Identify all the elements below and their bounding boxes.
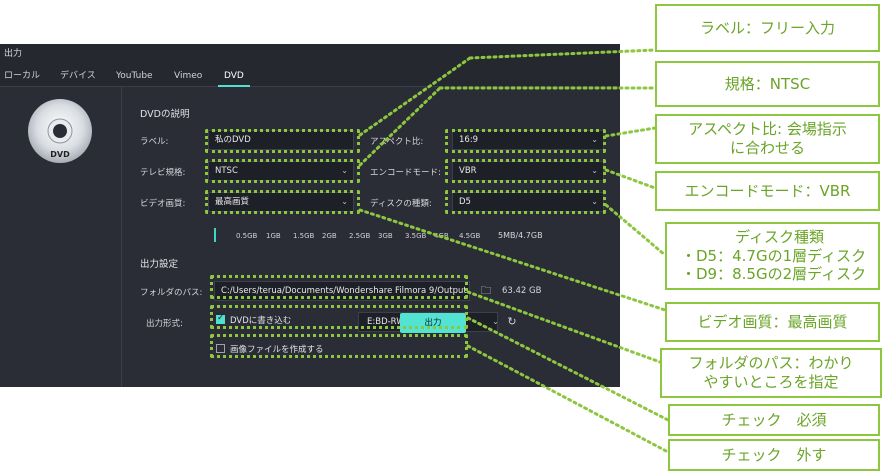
callout-folder-line2: やすいところを指定 [703, 373, 839, 391]
callout-quality: ビデオ画質：最高画質 [665, 302, 880, 342]
callout-folder-line1: フォルダのパス：わかり [688, 354, 854, 373]
callout-encode: エンコードモード：VBR [655, 171, 880, 211]
callout-disc-d5: ・D5：4.7Gの1層ディスク [681, 246, 867, 265]
dialog-title: 出力 [0, 44, 620, 65]
callout-disc-title: ディスク種類 [735, 227, 824, 246]
callout-aspect-line2: に合わせる [729, 139, 805, 157]
output-section-title: 出力設定 [140, 259, 179, 270]
highlight-burn-dvd [210, 305, 468, 329]
highlight-label [205, 129, 360, 153]
tv-standard-label: テレビ規格: [140, 168, 186, 178]
callout-aspect-line1: アスペクト比: 会場指示 [688, 120, 847, 139]
callout-disc-d9: ・D9：8.5Gの2層ディスク [681, 265, 867, 284]
capacity-tick: 2GB [322, 232, 337, 240]
callout-check-required-text: チェック 必須 [721, 410, 827, 429]
capacity-tick: 0.5GB [236, 232, 258, 240]
tab-youtube[interactable]: YouTube [116, 65, 153, 87]
highlight-folder [210, 275, 468, 299]
disc-type-label: ディスクの種類: [370, 199, 432, 209]
aspect-ratio-label: アスペクト比: [370, 137, 424, 147]
capacity-tick: 4.5GB [459, 232, 481, 240]
capacity-size: 5MB/4.7GB [498, 231, 543, 240]
tab-bar: ローカル デバイス YouTube Vimeo DVD [0, 65, 620, 87]
video-quality-label: ビデオ画質: [140, 199, 186, 209]
folder-path-label: フォルダのパス: [140, 288, 203, 298]
highlight-encode [445, 159, 606, 183]
free-space: 63.42 GB [502, 286, 542, 296]
callout-check-off: チェック 外す [668, 439, 880, 471]
capacity-tick: 3GB [378, 232, 393, 240]
folder-icon[interactable]: 🗀 [476, 281, 496, 301]
tab-vimeo[interactable]: Vimeo [174, 65, 202, 87]
callout-disc: ディスク種類 ・D5：4.7Gの1層ディスク ・D9：8.5Gの2層ディスク [665, 222, 880, 290]
refresh-icon[interactable]: ↻ [502, 312, 522, 332]
dvd-disc-icon: DVD [28, 99, 92, 163]
output-format-label: 出力形式: [146, 319, 183, 329]
capacity-tick: 3.5GB [405, 232, 427, 240]
callout-standard: 規格：NTSC [655, 61, 880, 107]
callout-check-off-text: チェック 外す [721, 445, 827, 464]
callout-standard-text: 規格：NTSC [724, 74, 811, 93]
capacity-tick: 2.5GB [349, 232, 371, 240]
callout-quality-text: ビデオ画質：最高画質 [697, 312, 848, 331]
capacity-bar: 0.5GB 1GB 1.5GB 2GB 2.5GB 3GB 3.5GB 4GB … [214, 228, 488, 242]
svg-text:DVD: DVD [50, 150, 70, 159]
tab-dvd[interactable]: DVD [218, 65, 250, 87]
highlight-create-iso [210, 334, 468, 358]
callout-check-required: チェック 必須 [668, 404, 880, 436]
highlight-quality [205, 190, 360, 214]
highlight-tv-standard [205, 159, 360, 183]
tab-local[interactable]: ローカル [4, 65, 40, 87]
capacity-tick: 4GB [434, 232, 449, 240]
encode-mode-label: エンコードモード: [370, 168, 441, 178]
callout-label-text: ラベル：フリー入力 [699, 18, 835, 37]
highlight-aspect [445, 129, 606, 153]
highlight-disc [445, 190, 606, 214]
dvd-section-title: DVDの説明 [140, 109, 190, 120]
callout-folder: フォルダのパス：わかり やすいところを指定 [660, 348, 882, 398]
tab-device[interactable]: デバイス [60, 65, 96, 87]
callout-label: ラベル：フリー入力 [655, 4, 880, 52]
format-pane: DVD [0, 87, 122, 387]
callout-aspect: アスペクト比: 会場指示 に合わせる [655, 114, 880, 164]
callout-encode-text: エンコードモード：VBR [684, 181, 851, 200]
label-field-label: ラベル: [140, 137, 169, 147]
chevron-down-icon: ⌄ [492, 313, 497, 331]
capacity-tick: 1GB [266, 232, 281, 240]
capacity-tick: 1.5GB [293, 232, 315, 240]
